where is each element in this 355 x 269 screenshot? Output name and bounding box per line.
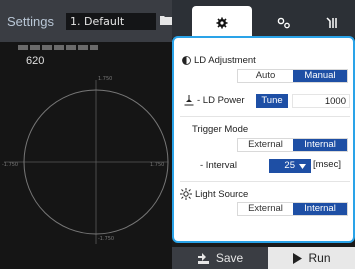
divider: [180, 116, 350, 117]
readout-value: 620: [26, 55, 45, 67]
ld-adjustment-label: LD Adjustment: [194, 55, 256, 66]
divider: [180, 181, 350, 182]
chevron-down-icon: [299, 163, 306, 169]
tick-top: 1.750: [98, 76, 113, 82]
laser-icon: [184, 95, 194, 106]
play-icon: [293, 252, 303, 264]
tick-right: 1.750: [150, 162, 165, 168]
tab-bar: [172, 0, 355, 40]
gear-pair-icon: [277, 17, 290, 29]
settings-label: Settings: [7, 14, 54, 29]
half-circle-icon: [182, 56, 191, 65]
ld-power-input[interactable]: 1000: [292, 94, 350, 108]
viewer-panel: Settings 1. Default 620 1.750 -1.750 1.7…: [0, 0, 172, 269]
ld-power-title: - LD Power: [184, 95, 245, 106]
sun-icon: [180, 188, 192, 200]
light-source-toggle: External Internal: [237, 202, 348, 216]
gear-icon: [216, 17, 228, 29]
folder-icon[interactable]: [160, 15, 172, 25]
trigger-mode-internal[interactable]: Internal: [292, 139, 347, 151]
viewer-header: Settings 1. Default: [0, 0, 172, 42]
plot-area: 1.750 -1.750 1.750 -1.750: [0, 72, 172, 250]
save-button[interactable]: Save: [172, 247, 268, 269]
ld-adjustment-title: LD Adjustment: [182, 55, 256, 66]
light-source-external[interactable]: External: [238, 203, 293, 215]
interval-select[interactable]: 25: [269, 159, 311, 173]
tick-left: -1.750: [2, 162, 19, 168]
run-button[interactable]: Run: [268, 247, 355, 269]
trigger-mode-title: Trigger Mode: [192, 124, 248, 135]
tick-bottom: -1.750: [98, 236, 115, 242]
ld-adjustment-auto[interactable]: Auto: [238, 70, 293, 82]
interval-label: - Interval: [200, 160, 237, 171]
trigger-mode-label: Trigger Mode: [192, 124, 249, 135]
tune-button[interactable]: Tune: [256, 94, 288, 108]
light-source-title: Light Source: [180, 188, 248, 200]
redacted-label: [18, 45, 98, 50]
interval-title: - Interval: [200, 160, 237, 171]
light-source-internal[interactable]: Internal: [292, 203, 347, 215]
save-label: Save: [215, 251, 244, 265]
settings-panel: LD Adjustment Auto Manual - LD Power Tun…: [172, 36, 355, 243]
trigger-mode-external[interactable]: External: [238, 139, 293, 151]
tab-settings[interactable]: [192, 6, 252, 40]
save-icon: [197, 253, 209, 264]
action-bar: Save Run: [172, 247, 355, 269]
interval-unit: [msec]: [313, 159, 341, 170]
ld-adjustment-manual[interactable]: Manual: [292, 70, 347, 82]
run-label: Run: [308, 251, 331, 265]
interval-value: 25: [284, 160, 295, 171]
tools-icon: [326, 17, 337, 28]
light-source-label: Light Source: [195, 188, 249, 200]
trigger-mode-toggle: External Internal: [237, 138, 348, 152]
ld-adjustment-toggle: Auto Manual: [237, 69, 348, 83]
ld-power-label: - LD Power: [197, 95, 245, 106]
profile-select[interactable]: 1. Default: [66, 13, 156, 30]
tab-options[interactable]: [264, 6, 304, 40]
tab-tools[interactable]: [312, 6, 352, 40]
plot-svg: [4, 80, 169, 244]
